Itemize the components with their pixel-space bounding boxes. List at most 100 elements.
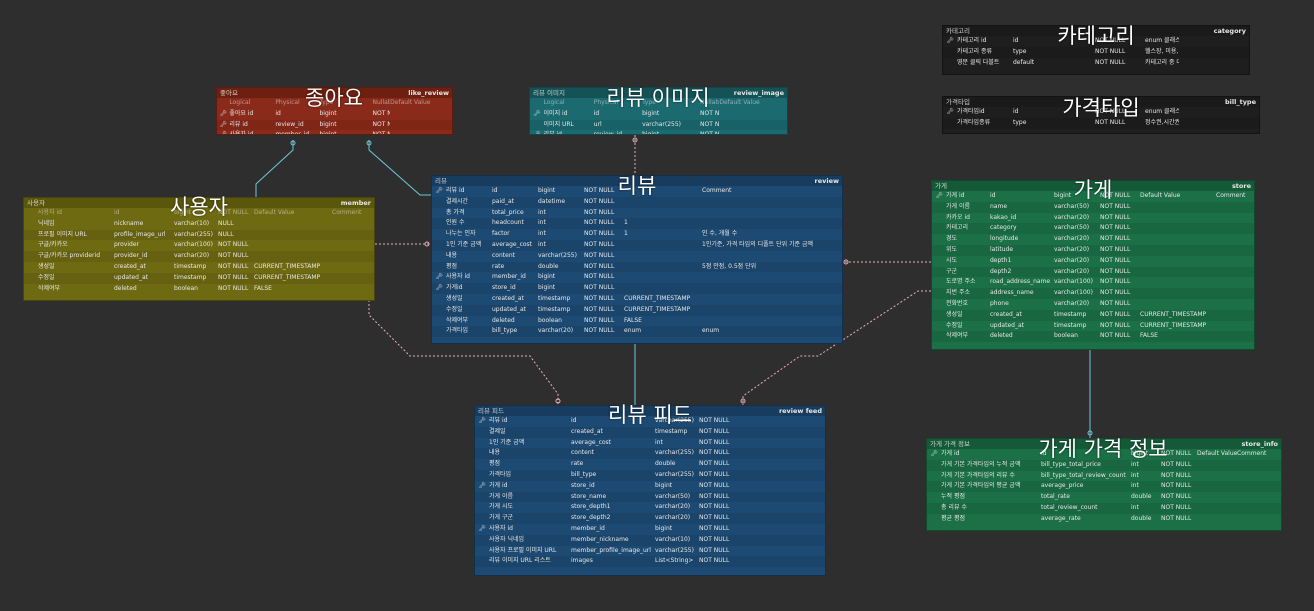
table-row[interactable]: 영문 클릭 다블트 default NOT NULL 카테고리 중 대표로 보여줄 타… xyxy=(943,58,1249,69)
table-review-image[interactable]: 리뷰 이미지 review_image Logical Physical Type N… xyxy=(529,87,788,135)
table-row[interactable]: 도로명 주소 road_address_name varchar(100) NOT N… xyxy=(932,277,1254,288)
table-row[interactable]: 내용 content varchar(255) NOT NULL xyxy=(432,251,842,262)
table-row[interactable]: 가게 시도 store_depth1 varchar(20) NOT NULL xyxy=(475,502,825,513)
table-row[interactable]: 카카오 id kakao_id varchar(20) NOT NULL xyxy=(932,213,1254,224)
table-row[interactable]: 내용 content varchar(255) NOT NULL xyxy=(475,448,825,460)
table-row[interactable]: 전화번호 phone varchar(20) NOT NULL xyxy=(932,299,1254,310)
table-row[interactable]: 삭제여부 deleted boolean NOT NULL FALSE xyxy=(24,284,374,295)
table-row[interactable]: 삭제여부 deleted boolean NOT NULL FALSE xyxy=(432,316,842,327)
table-row[interactable]: 1인 기준 금액 average_cost int NOT NULL xyxy=(475,438,825,449)
table-cell: varchar(20) xyxy=(1054,213,1090,221)
table-row[interactable]: 🗝 리뷰 id id varchar(255) NOT NULL xyxy=(475,416,825,427)
table-review[interactable]: 리뷰 review 🗝 리뷰 id id bigint NOT NULL Comment 결… xyxy=(431,175,843,344)
table-row[interactable]: 위도 latitude varchar(20) NOT NULL xyxy=(932,244,1254,256)
table-row[interactable]: 결제일 created_at timestamp NOT NULL xyxy=(475,426,825,438)
table-cell xyxy=(1140,256,1216,267)
table-member[interactable]: 사용자 member 사용자 id id bigint NOT NULL Default… xyxy=(23,197,375,301)
table-cell: NOT NULL xyxy=(699,438,730,446)
table-cell xyxy=(779,427,825,438)
table-row[interactable]: 🗝 가게 id store_id bigint NOT NULL xyxy=(475,481,825,492)
table-cell: 수정일 xyxy=(446,305,463,313)
table-cell: int xyxy=(538,240,546,248)
table-row[interactable]: 생성일 created_at timestamp NOT NULL CURRENT_TI… xyxy=(24,262,374,273)
table-cell: created_at xyxy=(492,294,524,302)
table-row[interactable]: 수정일 updated_at timestamp NOT NULL CURRENT_TI… xyxy=(24,272,374,284)
table-row[interactable]: 🗝사용자 id member_id bigint NOT NULL xyxy=(475,524,825,535)
table-cell xyxy=(390,120,452,131)
table-bill-type[interactable]: 가격타입 bill_type 🗝 가격타입id id NOT NULL enum 클래스… xyxy=(942,96,1260,134)
table-row[interactable]: 1인 기준 금액 average_cost int NOT NULL 1인기준, 가격 … xyxy=(432,239,842,251)
table-row[interactable]: 지번 주소 address_name varchar(100) NOT NULL xyxy=(932,288,1254,299)
table-cell: 가게 이름 xyxy=(489,492,513,500)
table-like-review[interactable]: 좋아요 like_review Logical Physical Type Nulla… xyxy=(216,87,453,135)
table-row[interactable]: 카테고리 종류 type NOT NULL 헬스장, 미용, 카페 xyxy=(943,46,1249,58)
column-header-row[interactable]: Logical Physical Type NullableDefault Value… xyxy=(217,98,452,109)
table-row[interactable]: 이미지 URL url varchar(255) NOT NULL xyxy=(530,119,787,131)
table-row[interactable]: 누적 평점 total_rate double NOT NULL xyxy=(927,492,1281,503)
table-row[interactable]: 카테고리 category varchar(50) NOT NULL xyxy=(932,223,1254,235)
table-row[interactable]: 평점 rate double NOT NULL 5점 만점, 0.5점 단위 xyxy=(432,261,842,273)
table-row[interactable]: 가게 구군 store_depth2 varchar(20) NOT NULL xyxy=(475,513,825,524)
table-row[interactable]: 🗝이미지 id id bigint NOT NULL xyxy=(530,109,787,120)
table-row[interactable]: 리뷰 이미지 URL 리스트 images List<String> NOT NULL xyxy=(475,556,825,568)
table-cell: NOT NULL xyxy=(1095,58,1126,66)
table-cell: enum 클래스 xyxy=(1145,108,1179,115)
table-row[interactable]: 사용자 프로필 이미지 URL member_profile_image_url v… xyxy=(475,546,825,557)
table-row[interactable]: 수정일 updated_at timestamp NOT NULL CURRENT_TI… xyxy=(932,321,1254,332)
table-row[interactable]: 🗝사용자 id member_id bigint NOT NULL xyxy=(217,130,452,134)
table-row[interactable]: 가게 기본 가격타입의 평균 금액 average_price int NOT NUL… xyxy=(927,481,1281,493)
table-row[interactable]: 닉네임 nickname varchar(10) NULL xyxy=(24,219,374,230)
table-row[interactable]: 프로필 이미지 URL profile_image_url varchar(255)… xyxy=(24,229,374,241)
table-cell: NOT NULL xyxy=(699,481,730,489)
table-row[interactable]: 🗝 가격타입id id NOT NULL enum 클래스 xyxy=(943,107,1259,118)
table-row[interactable]: 수정일 updated_at timestamp NOT NULL CURRENT_TI… xyxy=(432,304,842,316)
table-row[interactable]: 구글/카카오 providerid provider_id varchar(20) N… xyxy=(24,251,374,262)
table-row[interactable]: 가격타입 bill_type varchar(255) NOT NULL xyxy=(475,469,825,481)
table-row[interactable]: 🗝리뷰 id review_id bigint NOT NULL xyxy=(217,119,452,131)
table-review-feed[interactable]: 리뷰 피드 review feed 🗝 리뷰 id id varchar(255) NO… xyxy=(474,405,826,576)
table-cell: varchar(255) xyxy=(174,230,213,238)
table-row[interactable]: 삭제여부 deleted boolean NOT NULL FALSE xyxy=(932,331,1254,343)
table-row[interactable]: 🗝 가게 id id bigint NOT NULL Default Value Comme… xyxy=(927,449,1281,460)
table-row[interactable]: 가게 이름 store_name varchar(50) NOT NULL xyxy=(475,491,825,503)
table-cell: boolean xyxy=(174,284,198,292)
table-store-info[interactable]: 가게 가격 정보 store_info 🗝 가게 id id bigint NOT NU… xyxy=(926,438,1282,531)
table-row[interactable]: 🗝 카테고리 id id NOT NULL enum 클래스 xyxy=(943,36,1249,47)
table-row[interactable]: 🗝사용자 id member_id bigint NOT NULL xyxy=(432,272,842,283)
table-row[interactable]: 가게 기본 가격타입의 누적 금액 bill_type_total_price in… xyxy=(927,459,1281,471)
key-icon: 🗝 xyxy=(435,187,443,194)
key-icon xyxy=(927,492,941,503)
column-header-row[interactable]: 사용자 id id bigint NOT NULL Default Value Comme… xyxy=(24,208,374,219)
table-row[interactable]: 🗝 가게id store_id bigint NOT NULL xyxy=(432,283,842,294)
table-row[interactable]: 총 가격 total_price int NOT NULL xyxy=(432,208,842,219)
table-row[interactable]: 생성일 created_at timestamp NOT NULL CURRENT_TI… xyxy=(932,309,1254,321)
table-row[interactable]: 가게 이름 name varchar(50) NOT NULL xyxy=(932,201,1254,213)
table-cell: varchar(20) xyxy=(538,327,574,335)
table-cell: 총 리뷰 수 xyxy=(941,503,967,511)
table-row[interactable]: 결제시간 paid_at datetime NOT NULL xyxy=(432,196,842,208)
table-row[interactable]: 가격타입종류 type NOT NULL 정수권,시간권,일일권,개월권,고액권,기타 xyxy=(943,117,1259,129)
table-category[interactable]: 카테고리 category 🗝 카테고리 id id NOT NULL enum 클래스… xyxy=(942,25,1250,75)
table-row[interactable]: 구글/카카오 provider varchar(100) NOT NULL xyxy=(24,240,374,251)
table-row[interactable]: 사용자 닉네임 member_nickname varchar(10) NOT NUL… xyxy=(475,534,825,546)
table-cell: 리뷰 id xyxy=(229,120,248,128)
table-row[interactable]: 🗝리뷰 id review_id bigint NOT NULL xyxy=(530,130,787,134)
table-row[interactable]: 생성일 created_at timestamp NOT NULL CURRENT_TI… xyxy=(432,294,842,305)
table-row[interactable]: 인원 수 headcount int NOT NULL 1 xyxy=(432,218,842,230)
table-cell: 가격타입 xyxy=(446,327,469,335)
table-row[interactable]: 경도 longitude varchar(20) NOT NULL xyxy=(932,234,1254,245)
table-row[interactable]: 🗝 가게 id id bigint NOT NULL Default Value Comme… xyxy=(932,191,1254,202)
table-row[interactable]: 평균 평점 average_rate double NOT NULL xyxy=(927,514,1281,525)
table-store[interactable]: 가게 store 🗝 가게 id id bigint NOT NULL Default V… xyxy=(931,180,1255,350)
table-row[interactable]: 시도 depth1 varchar(20) NOT NULL xyxy=(932,256,1254,267)
table-row[interactable]: 가격타입 bill_type varchar(20) NOT NULL enum enum xyxy=(432,326,842,338)
table-row[interactable]: 가게 기본 가격타입의 리뷰 수 bill_type_total_review_c… xyxy=(927,471,1281,482)
table-row[interactable]: 나누는 인자 factor int NOT NULL 1 인 수, 개월 수 xyxy=(432,229,842,240)
column-header-row[interactable]: Logical Physical Type NullableDefault Value… xyxy=(530,98,787,109)
table-row[interactable]: 구군 depth2 varchar(20) NOT NULL xyxy=(932,266,1254,278)
table-row[interactable]: 🗝좋아요 id id bigint NOT NULL xyxy=(217,109,452,120)
table-cell xyxy=(254,230,332,241)
table-row[interactable]: 총 리뷰 수 total_review_count int NOT NULL xyxy=(927,502,1281,514)
table-row[interactable]: 평점 rate double NOT NULL xyxy=(475,459,825,470)
table-row[interactable]: 🗝 리뷰 id id bigint NOT NULL Comment xyxy=(432,186,842,197)
